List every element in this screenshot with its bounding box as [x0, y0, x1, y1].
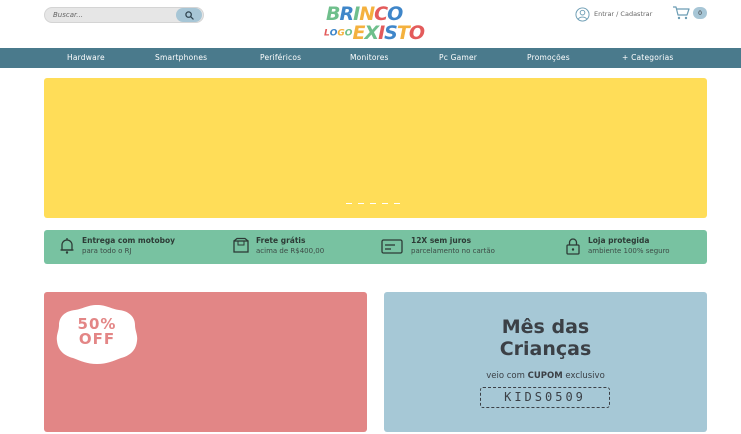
promo-title-line-1: Mês das — [501, 316, 590, 338]
promo-title: Mês das Crianças — [384, 316, 707, 360]
account-label: Entrar / Cadastrar — [594, 10, 653, 18]
user-icon — [575, 6, 590, 22]
promo-subtitle-bold: CUPOM — [527, 371, 563, 381]
lock-icon — [566, 238, 580, 255]
bell-icon — [60, 238, 74, 254]
benefit-title: 12X sem juros — [411, 236, 472, 245]
card-icon — [381, 239, 403, 254]
benefit-subtitle: parcelamento no cartão — [411, 247, 495, 255]
promo-subtitle-prefix: veio com — [486, 371, 525, 381]
cart-icon — [673, 6, 690, 20]
nav-item-hardware[interactable]: Hardware — [67, 53, 105, 62]
nav-item-monitores[interactable]: Monitores — [350, 53, 389, 62]
coupon-code[interactable]: KIDS0509 — [480, 387, 610, 408]
benefit-subtitle: acima de R$400,00 — [256, 247, 325, 255]
store-logo[interactable]: BRINCO LOGOEXISTO — [322, 3, 430, 45]
promo-subtitle: veio com CUPOM exclusivo — [384, 371, 707, 381]
category-nav: Hardware Smartphones Periféricos Monitor… — [0, 48, 741, 68]
cart-button[interactable]: 0 — [672, 6, 707, 20]
badge-text: 50% OFF — [55, 317, 139, 347]
benefit-title: Loja protegida — [588, 236, 650, 245]
badge-line-2: OFF — [78, 330, 116, 348]
header: BRINCO LOGOEXISTO Entrar / Cadastrar 0 — [0, 0, 741, 48]
search-icon — [184, 10, 194, 20]
nav-item-smartphones[interactable]: Smartphones — [155, 53, 207, 62]
carousel-dot[interactable] — [382, 203, 388, 204]
carousel-dot[interactable] — [370, 203, 376, 204]
search-bar — [44, 7, 204, 23]
search-button[interactable] — [176, 8, 202, 22]
benefit-title: Frete grátis — [256, 236, 306, 245]
carousel-dots — [346, 203, 406, 205]
promo-card-childrens-month[interactable]: Mês das Crianças veio com CUPOM exclusiv… — [384, 292, 707, 432]
account-link[interactable]: Entrar / Cadastrar — [575, 6, 652, 22]
nav-item-promocoes[interactable]: Promoções — [527, 53, 570, 62]
box-icon — [233, 237, 249, 253]
carousel-dot[interactable] — [358, 203, 364, 204]
benefits-bar: Entrega com motoboy para todo o RJ Frete… — [44, 230, 707, 264]
promo-card-discount[interactable]: 50% OFF — [44, 292, 367, 432]
nav-item-pc-gamer[interactable]: Pc Gamer — [439, 53, 477, 62]
nav-item-more-categories[interactable]: + Categorias — [622, 53, 673, 62]
benefit-title: Entrega com motoboy — [82, 236, 176, 245]
benefit-subtitle: ambiente 100% seguro — [588, 247, 670, 255]
carousel-dot[interactable] — [346, 203, 352, 204]
benefit-subtitle: para todo o RJ — [82, 247, 132, 255]
discount-badge: 50% OFF — [55, 303, 139, 365]
search-input[interactable] — [53, 9, 173, 21]
carousel-dot[interactable] — [394, 203, 400, 204]
page: BRINCO LOGOEXISTO Entrar / Cadastrar 0 — [0, 0, 741, 434]
logo-line-2: LOGOEXISTO — [324, 22, 425, 44]
promo-subtitle-suffix: exclusivo — [565, 371, 605, 381]
nav-item-perifericos[interactable]: Periféricos — [260, 53, 301, 62]
cart-count-badge: 0 — [693, 7, 707, 19]
hero-banner[interactable] — [44, 78, 707, 218]
promo-title-line-2: Crianças — [499, 338, 592, 360]
